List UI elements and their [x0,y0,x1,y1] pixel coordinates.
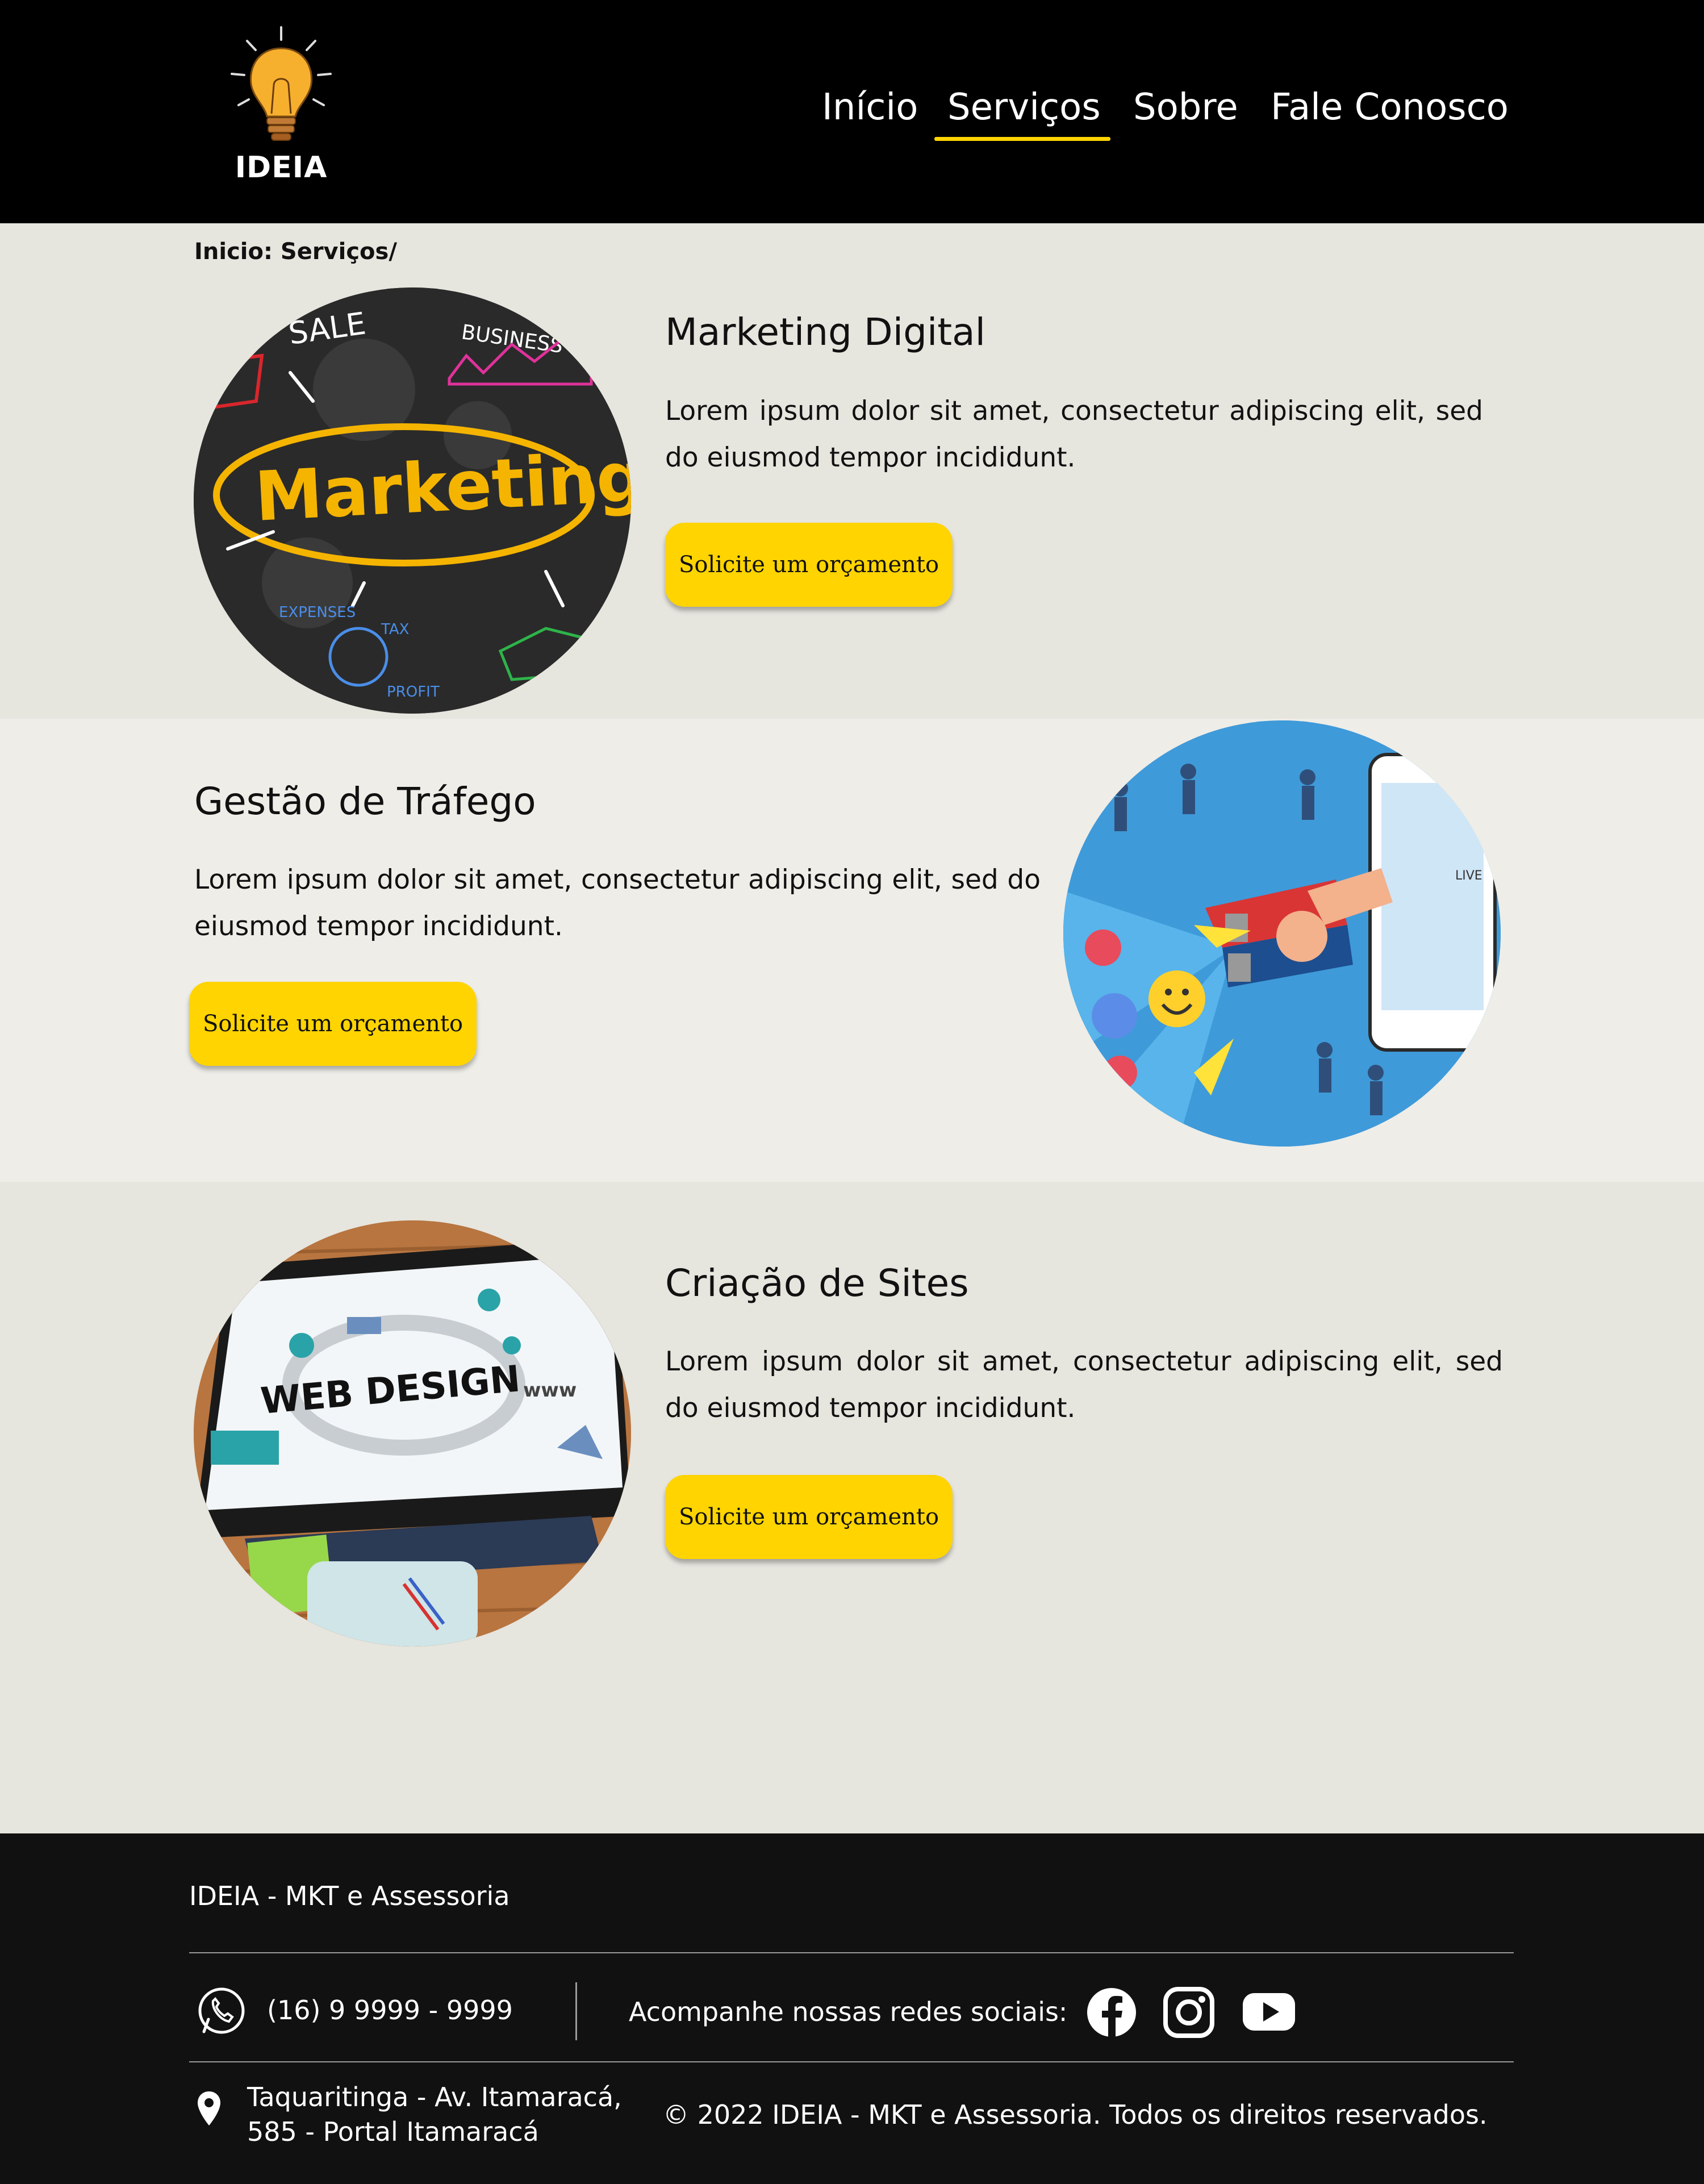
address-line-1: Taquaritinga - Av. Itamaracá, [247,2082,622,2112]
lightbulb-icon [231,26,332,141]
svg-text:EXPENSES: EXPENSES [279,604,356,621]
web-design-image: WEB DESIGN www [194,1220,631,1647]
whatsapp-icon [198,1987,245,2034]
footer-brand: IDEIA - MKT e Assessoria [189,1881,510,1911]
svg-text:www: www [523,1379,577,1402]
active-nav-indicator [934,137,1110,141]
svg-text:LIVE: LIVE [1455,869,1482,883]
svg-text:PROFIT: PROFIT [387,683,440,701]
traffic-image: LIVE [1063,720,1501,1147]
site-header: IDEIA Início Serviços Sobre Fale Conosco [0,0,1704,223]
request-quote-button[interactable]: Solicite um orçamento [189,982,477,1066]
nav-servicos[interactable]: Serviços [947,86,1101,128]
request-quote-button[interactable]: Solicite um orçamento [665,523,953,607]
site-footer: IDEIA - MKT e Assessoria (16) 9 9999 - 9… [0,1833,1704,2184]
logo-text: IDEIA [235,151,328,185]
nav-fale-conosco[interactable]: Fale Conosco [1271,86,1509,128]
service-description: Lorem ipsum dolor sit amet, consectetur … [665,1346,1503,1424]
marketing-image: SALE BUSINESS Marketing EXPENSES TAX PRO… [194,287,631,714]
service-title: Gestão de Tráfego [194,780,536,823]
phone-number[interactable]: (16) 9 9999 - 9999 [267,1995,513,2025]
service-description: Lorem ipsum dolor sit amet, consectetur … [665,395,1483,473]
request-quote-button[interactable]: Solicite um orçamento [665,1475,953,1559]
footer-divider [189,1952,1514,1953]
social-label: Acompanhe nossas redes sociais: [629,1997,1068,2027]
facebook-icon[interactable] [1086,1987,1137,2038]
footer-vertical-divider [575,1982,577,2040]
service-description: Lorem ipsum dolor sit amet, consectetur … [194,864,1041,942]
location-pin-icon [198,2091,220,2125]
service-title: Marketing Digital [665,310,985,354]
nav-sobre[interactable]: Sobre [1133,86,1238,128]
youtube-icon[interactable] [1242,1990,1296,2035]
breadcrumb: Inicio: Serviços/ [194,239,397,265]
instagram-icon[interactable] [1163,1987,1214,2038]
svg-text:TAX: TAX [381,621,409,638]
address-line-2: 585 - Portal Itamaracá [247,2116,539,2147]
logo[interactable]: IDEIA [222,23,352,187]
service-title: Criação de Sites [665,1261,969,1305]
footer-divider [189,2061,1514,2062]
nav-inicio[interactable]: Início [822,86,918,128]
copyright: © 2022 IDEIA - MKT e Assessoria. Todos o… [663,2099,1488,2130]
